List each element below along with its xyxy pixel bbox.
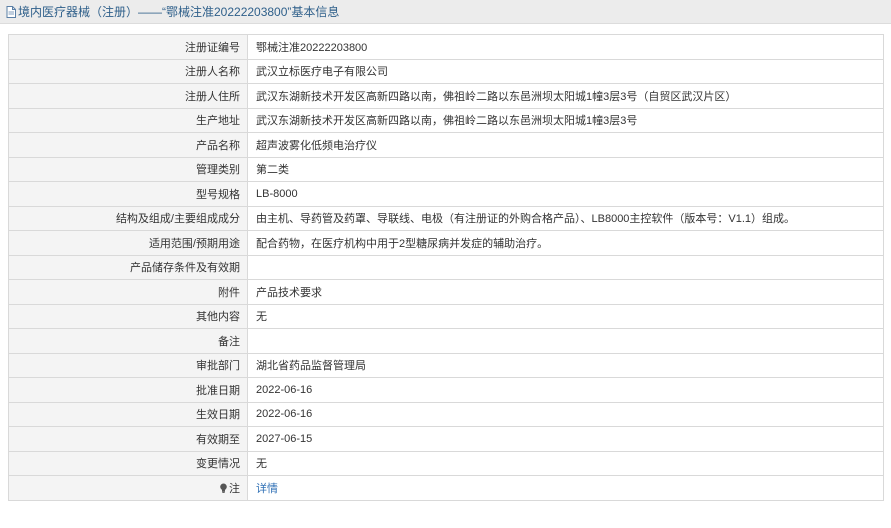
- row-label: 产品储存条件及有效期: [8, 254, 248, 280]
- row-value: 第二类: [247, 156, 884, 182]
- row-label: 备注: [8, 328, 248, 354]
- row-label: 产品名称: [8, 132, 248, 158]
- row-label: 其他内容: [8, 303, 248, 329]
- details-link[interactable]: 详情: [256, 483, 278, 495]
- table-row: 其他内容 无: [8, 303, 884, 329]
- row-value: 武汉立标医疗电子有限公司: [247, 58, 884, 84]
- row-label: 型号规格: [8, 181, 248, 207]
- info-table: 注册证编号 鄂械注准20222203800 注册人名称 武汉立标医疗电子有限公司…: [8, 34, 884, 501]
- row-value: 2022-06-16: [247, 377, 884, 403]
- row-value: 无: [247, 303, 884, 329]
- table-row: 管理类别 第二类: [8, 156, 884, 182]
- row-value: 无: [247, 450, 884, 476]
- note-value-cell: 详情: [247, 475, 884, 501]
- row-value: 武汉东湖新技术开发区高新四路以南，佛祖岭二路以东邑洲坝太阳城1幢3层3号: [247, 107, 884, 133]
- table-row: 注册人名称 武汉立标医疗电子有限公司: [8, 58, 884, 84]
- row-value: 由主机、导药管及药罩、导联线、电极（有注册证的外购合格产品）、LB8000主控软…: [247, 205, 884, 231]
- table-row: 型号规格 LB-8000: [8, 181, 884, 207]
- table-row: 批准日期 2022-06-16: [8, 377, 884, 403]
- row-label: 适用范围/预期用途: [8, 230, 248, 256]
- row-label: 结构及组成/主要组成成分: [8, 205, 248, 231]
- row-value: 产品技术要求: [247, 279, 884, 305]
- table-row: 适用范围/预期用途 配合药物，在医疗机构中用于2型糖尿病并发症的辅助治疗。: [8, 230, 884, 256]
- lightbulb-icon: [219, 483, 228, 493]
- row-value: 超声波雾化低频电治疗仪: [247, 132, 884, 158]
- row-value: 湖北省药品监督管理局: [247, 352, 884, 378]
- row-label: 注册证编号: [8, 34, 248, 60]
- row-value: 2022-06-16: [247, 401, 884, 427]
- table-row: 生产地址 武汉东湖新技术开发区高新四路以南，佛祖岭二路以东邑洲坝太阳城1幢3层3…: [8, 107, 884, 133]
- note-row: 注 详情: [8, 475, 884, 501]
- row-value: LB-8000: [247, 181, 884, 207]
- table-row: 备注: [8, 328, 884, 354]
- page-title-bar: 境内医疗器械（注册）——“鄂械注准20222203800”基本信息: [0, 0, 891, 24]
- row-label: 审批部门: [8, 352, 248, 378]
- table-row: 附件 产品技术要求: [8, 279, 884, 305]
- row-label: 注册人名称: [8, 58, 248, 84]
- row-label: 注册人住所: [8, 83, 248, 109]
- note-label: 注: [229, 482, 240, 495]
- row-value: 配合药物，在医疗机构中用于2型糖尿病并发症的辅助治疗。: [247, 230, 884, 256]
- row-value: [247, 254, 884, 280]
- note-label-cell: 注: [8, 475, 248, 501]
- table-row: 产品储存条件及有效期: [8, 254, 884, 280]
- table-row: 变更情况 无: [8, 450, 884, 476]
- row-label: 变更情况: [8, 450, 248, 476]
- table-row: 产品名称 超声波雾化低频电治疗仪: [8, 132, 884, 158]
- row-label: 附件: [8, 279, 248, 305]
- table-row: 注册证编号 鄂械注准20222203800: [8, 34, 884, 60]
- row-label: 生产地址: [8, 107, 248, 133]
- row-label: 生效日期: [8, 401, 248, 427]
- row-value: [247, 328, 884, 354]
- table-row: 审批部门 湖北省药品监督管理局: [8, 352, 884, 378]
- row-value: 2027-06-15: [247, 426, 884, 452]
- row-value: 鄂械注准20222203800: [247, 34, 884, 60]
- table-row: 有效期至 2027-06-15: [8, 426, 884, 452]
- table-row: 结构及组成/主要组成成分 由主机、导药管及药罩、导联线、电极（有注册证的外购合格…: [8, 205, 884, 231]
- row-label: 管理类别: [8, 156, 248, 182]
- table-row: 生效日期 2022-06-16: [8, 401, 884, 427]
- row-label: 批准日期: [8, 377, 248, 403]
- document-icon: [6, 5, 16, 18]
- row-label: 有效期至: [8, 426, 248, 452]
- page-title: 境内医疗器械（注册）——“鄂械注准20222203800”基本信息: [18, 5, 340, 19]
- row-value: 武汉东湖新技术开发区高新四路以南，佛祖岭二路以东邑洲坝太阳城1幢3层3号（自贸区…: [247, 83, 884, 109]
- table-row: 注册人住所 武汉东湖新技术开发区高新四路以南，佛祖岭二路以东邑洲坝太阳城1幢3层…: [8, 83, 884, 109]
